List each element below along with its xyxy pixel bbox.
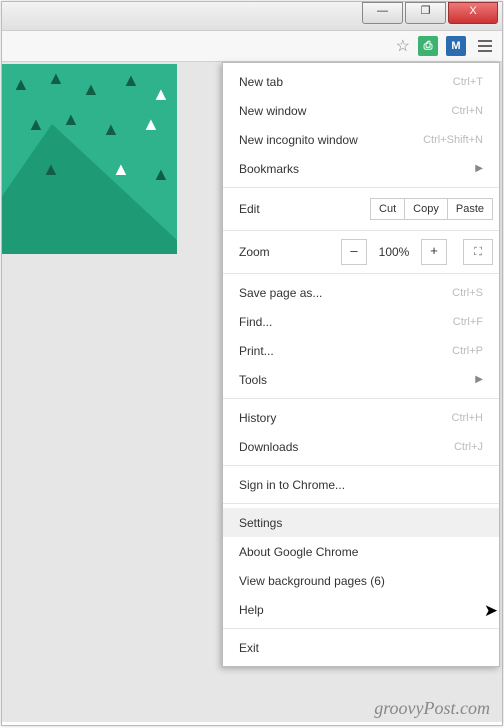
menu-save-page[interactable]: Save page as... Ctrl+S [223,278,499,307]
shortcut-text: Ctrl+N [452,105,483,117]
tree-icon: ▲ [142,114,160,135]
menu-find[interactable]: Find... Ctrl+F [223,307,499,336]
zoom-value: 100% [373,245,415,259]
menu-label: Settings [239,516,282,530]
shortcut-text: Ctrl+Shift+N [423,134,483,146]
menu-label: Help [239,603,264,617]
tree-icon: ▲ [82,79,100,100]
separator [223,273,499,274]
browser-window: — ❐ X ☆ ⎙ M ▲ ▲ ▲ ▲ ▲ ▲ ▲ ▲ ▲ ▲ ▲ ▲ New … [1,1,503,726]
watermark-text: groovyPost.com [374,698,490,719]
shortcut-text: Ctrl+J [454,441,483,453]
tree-icon: ▲ [122,70,140,91]
menu-background-pages[interactable]: View background pages (6) [223,566,499,595]
tree-icon: ▲ [47,68,65,89]
mountain-shape [2,124,177,254]
window-titlebar: — ❐ X [2,2,502,31]
menu-help[interactable]: Help [223,595,499,624]
page-background-graphic: ▲ ▲ ▲ ▲ ▲ ▲ ▲ ▲ ▲ ▲ ▲ ▲ [2,64,177,254]
tree-icon: ▲ [112,159,130,180]
menu-incognito[interactable]: New incognito window Ctrl+Shift+N [223,125,499,154]
browser-toolbar: ☆ ⎙ M [2,31,502,62]
menu-new-tab[interactable]: New tab Ctrl+T [223,67,499,96]
zoom-out-button[interactable]: – [341,239,367,265]
shortcut-text: Ctrl+T [453,76,483,88]
menu-label: About Google Chrome [239,545,358,559]
menu-downloads[interactable]: Downloads Ctrl+J [223,432,499,461]
menu-edit-row: Edit Cut Copy Paste [223,192,499,226]
tree-icon: ▲ [42,159,60,180]
menu-label: View background pages (6) [239,574,385,588]
menu-label: Edit [239,202,362,216]
menu-label: Bookmarks [239,162,299,176]
menu-zoom-row: Zoom – 100% + ⛶ [223,235,499,269]
tree-icon: ▲ [152,164,170,185]
menu-about[interactable]: About Google Chrome [223,537,499,566]
separator [223,230,499,231]
minimize-button[interactable]: — [362,2,403,24]
shortcut-text: Ctrl+F [453,316,483,328]
edit-button-group: Cut Copy Paste [370,198,493,220]
chrome-menu: New tab Ctrl+T New window Ctrl+N New inc… [222,62,500,667]
menu-label: Downloads [239,440,298,454]
extension-m-icon[interactable]: M [446,36,466,56]
menu-new-window[interactable]: New window Ctrl+N [223,96,499,125]
submenu-arrow-icon: ▶ [475,163,483,174]
menu-settings[interactable]: Settings [223,508,499,537]
menu-label: Find... [239,315,272,329]
tree-icon: ▲ [62,109,80,130]
maximize-button[interactable]: ❐ [405,2,446,24]
fullscreen-button[interactable]: ⛶ [463,239,493,265]
content-area: ▲ ▲ ▲ ▲ ▲ ▲ ▲ ▲ ▲ ▲ ▲ ▲ New tab Ctrl+T N… [2,62,502,722]
menu-signin[interactable]: Sign in to Chrome... [223,470,499,499]
shortcut-text: Ctrl+H [452,412,483,424]
menu-label: Zoom [239,245,335,259]
shortcut-text: Ctrl+S [452,287,483,299]
menu-tools[interactable]: Tools ▶ [223,365,499,394]
tree-icon: ▲ [152,84,170,105]
extension-print-icon[interactable]: ⎙ [418,36,438,56]
zoom-in-button[interactable]: + [421,239,447,265]
separator [223,398,499,399]
bookmark-star-icon[interactable]: ☆ [396,36,410,56]
submenu-arrow-icon: ▶ [475,374,483,385]
menu-label: New window [239,104,306,118]
menu-button[interactable] [474,36,496,56]
close-button[interactable]: X [448,2,498,24]
separator [223,465,499,466]
menu-exit[interactable]: Exit [223,633,499,662]
menu-print[interactable]: Print... Ctrl+P [223,336,499,365]
separator [223,503,499,504]
tree-icon: ▲ [27,114,45,135]
shortcut-text: Ctrl+P [452,345,483,357]
menu-label: Save page as... [239,286,322,300]
separator [223,628,499,629]
menu-label: Print... [239,344,274,358]
menu-label: New tab [239,75,283,89]
copy-button[interactable]: Copy [404,198,448,220]
tree-icon: ▲ [102,119,120,140]
menu-label: Tools [239,373,267,387]
menu-label: New incognito window [239,133,358,147]
paste-button[interactable]: Paste [447,198,493,220]
cut-button[interactable]: Cut [370,198,405,220]
tree-icon: ▲ [12,74,30,95]
menu-label: Sign in to Chrome... [239,478,345,492]
separator [223,187,499,188]
menu-bookmarks[interactable]: Bookmarks ▶ [223,154,499,183]
menu-history[interactable]: History Ctrl+H [223,403,499,432]
menu-label: Exit [239,641,259,655]
menu-label: History [239,411,276,425]
